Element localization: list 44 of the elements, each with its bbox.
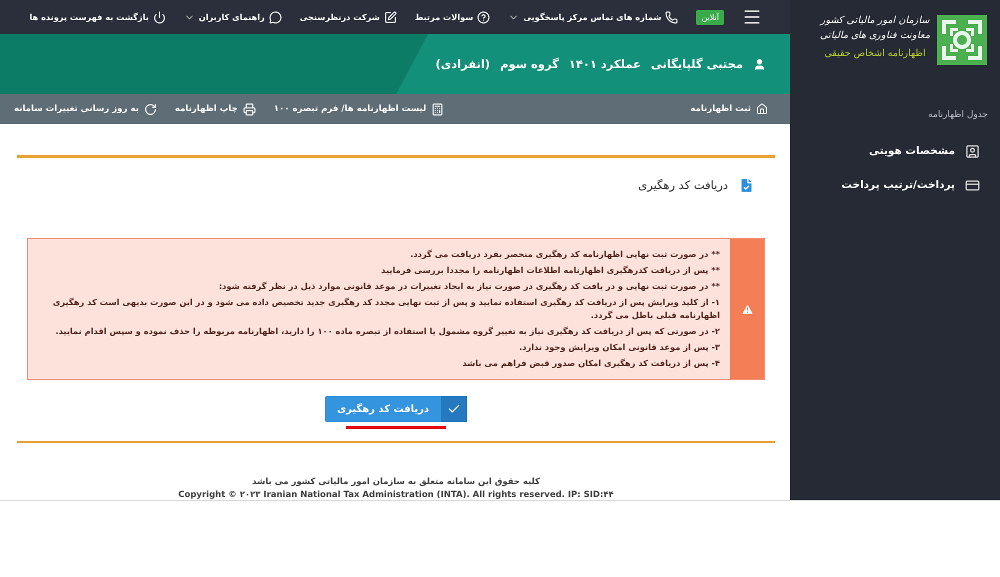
alert-text: ۱- از کلید ویرایش پس از دریافت کد رهگیری استفاده نمایید و پس از ثبت نهایی مجدد کد رهگیری جدید تخصیص داده می شود و در این صورت بدیهی است کد رهگیری اظهارنامه قبلی باطل می گردد. bbox=[52, 296, 720, 322]
card-title: دریافت کد رهگیری bbox=[638, 178, 728, 192]
tax-year: عملکرد ۱۴۰۱ bbox=[568, 57, 641, 72]
alert-text: ** پس از دریافت کدرهگیری اظهارنامه اطلاعات اظهارنامه را مجددا بررسی فرمایید bbox=[380, 264, 720, 277]
top-bar-link[interactable]: راهنمای کاربران bbox=[184, 10, 282, 24]
alert-text: ** در صورت ثبت نهایی اظهارنامه کد رهگیری منحصر بفرد دریافت می گردد. bbox=[409, 248, 720, 261]
organization-name: معاونت فناوری های مالیاتی bbox=[820, 29, 930, 41]
system-subtitle: اظهارنامه اشخاص حقیقی bbox=[824, 48, 926, 59]
toolbar-link[interactable]: به روز رسانی تغییرات سامانه bbox=[14, 102, 157, 116]
top-bar-link[interactable]: بازگشت به فهرست پرونده ها bbox=[29, 10, 166, 24]
calculator-icon bbox=[431, 102, 444, 116]
user-icon bbox=[753, 58, 766, 71]
refresh-icon bbox=[144, 102, 157, 116]
credit-card-icon bbox=[965, 178, 980, 192]
breadcrumb-current: ثبت اظهارنامه bbox=[690, 104, 751, 114]
alert-text: ۳- پس از موعد قانونی امکان ویرایش وجود ندارد. bbox=[518, 341, 720, 354]
emblem-logo bbox=[936, 14, 988, 66]
power-icon bbox=[152, 10, 166, 24]
toolbar-link[interactable]: چاپ اظهارنامه bbox=[174, 102, 256, 116]
top-bar-link[interactable]: سوالات مرتبط bbox=[414, 10, 490, 24]
edit-icon bbox=[384, 10, 397, 24]
chat-icon bbox=[268, 10, 282, 24]
tax-group: گروه سوم bbox=[500, 57, 559, 72]
alert-text: ۴- پس از دریافت کد رهگیری امکان صدور قبض فراهم می باشد bbox=[461, 357, 720, 370]
phone-icon bbox=[665, 10, 678, 24]
top-bar-link[interactable]: شرکت درنظرسنجی bbox=[300, 10, 397, 24]
sidebar-item[interactable]: پرداخت/ترتیب پرداخت bbox=[802, 168, 988, 202]
help-icon bbox=[477, 10, 490, 24]
printer-icon bbox=[242, 102, 256, 116]
alert-text: ۲- در صورتی که پس از دریافت کد رهگیری نیاز به تغییر گروه مشمول یا استفاده از تبصره ماده ۱۰۰ را دارید، اظهارنامه مربوطه را حذف نموده و سپس اقدام نمایید. bbox=[54, 325, 720, 338]
home-icon bbox=[756, 103, 768, 116]
section-title: جدول اظهارنامه bbox=[928, 110, 988, 120]
copyright-text: Copyright © ۲۰۲۳ Iranian National Tax Administration (INTA). All rights reserved. IP: SID:۴۴ bbox=[178, 490, 614, 500]
toolbar-link[interactable]: لیست اظهارنامه ها/ فرم تبصره ۱۰۰ bbox=[274, 102, 444, 116]
user-name: مجتبی گلپایگانی bbox=[650, 57, 743, 72]
warning-icon bbox=[740, 302, 754, 316]
id-card-icon bbox=[965, 144, 980, 158]
alert-text: ** در صورت ثبت نهایی و در یافت کد رهگیری در صورت نیاز به ایجاد تغییرات در موعد قانونی موارد ذیل در نظر گرفته شود: bbox=[218, 280, 720, 293]
top-bar-link[interactable]: شماره های تماس مرکز پاسخگویی bbox=[508, 10, 678, 24]
rights-text: کلیه حقوق این سامانه متعلق به سازمان امور مالیاتی کشور می باشد bbox=[252, 477, 540, 487]
sidebar-item[interactable]: مشخصات هویتی bbox=[802, 134, 988, 168]
status-badge: آنلاین bbox=[696, 10, 724, 25]
filing-type: (انفرادی) bbox=[435, 57, 490, 72]
organization-name: سازمان امور مالیاتی کشور bbox=[820, 14, 930, 26]
